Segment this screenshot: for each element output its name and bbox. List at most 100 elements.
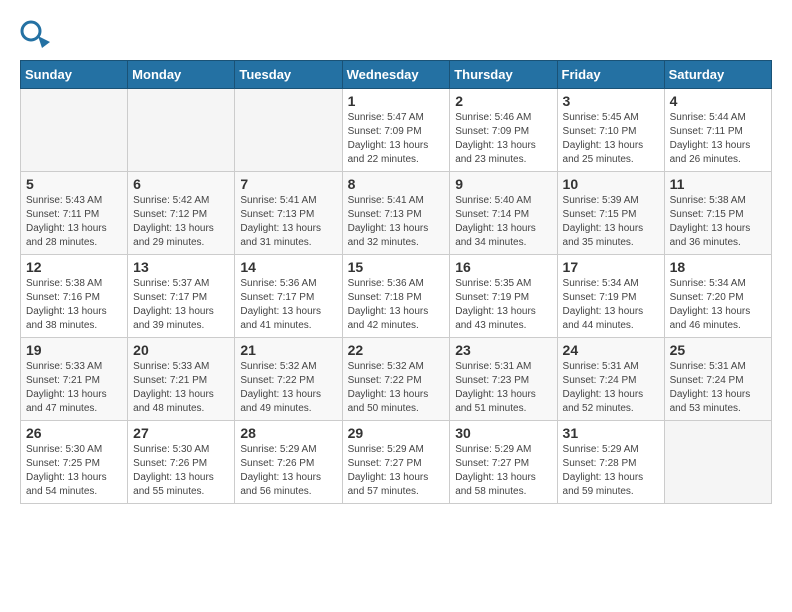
day-of-week-header: Wednesday — [342, 61, 450, 89]
day-number: 5 — [26, 176, 122, 192]
calendar-cell: 11Sunrise: 5:38 AM Sunset: 7:15 PM Dayli… — [664, 172, 771, 255]
day-info: Sunrise: 5:29 AM Sunset: 7:26 PM Dayligh… — [240, 443, 336, 499]
logo-icon — [20, 20, 50, 50]
day-info: Sunrise: 5:36 AM Sunset: 7:18 PM Dayligh… — [348, 277, 445, 333]
calendar-week-row: 1 Sunrise: 5:47 AM Sunset: 7:09 PM Daylig… — [21, 89, 772, 172]
day-info: Sunrise: 5:30 AM Sunset: 7:25 PM Dayligh… — [26, 443, 122, 499]
day-info: Sunrise: 5:35 AM Sunset: 7:19 PM Dayligh… — [455, 277, 551, 333]
calendar-cell: 10 Sunrise: 5:39 AM Sunset: 7:15 PM Dayli… — [557, 172, 664, 255]
calendar-cell: 8 Sunrise: 5:41 AM Sunset: 7:13 PM Daylig… — [342, 172, 450, 255]
day-info: Sunrise: 5:32 AM Sunset: 7:22 PM Dayligh… — [348, 360, 445, 416]
day-info: Sunrise: 5:29 AM Sunset: 7:27 PM Dayligh… — [348, 443, 445, 499]
calendar-cell — [128, 89, 235, 172]
day-info: Sunrise: 5:33 AM Sunset: 7:21 PM Dayligh… — [26, 360, 122, 416]
day-number: 9 — [455, 176, 551, 192]
day-of-week-header: Tuesday — [235, 61, 342, 89]
day-info: Sunrise: 5:37 AM Sunset: 7:17 PM Dayligh… — [133, 277, 229, 333]
calendar-cell: 6Sunrise: 5:42 AM Sunset: 7:12 PM Daylig… — [128, 172, 235, 255]
calendar-cell: 28 Sunrise: 5:29 AM Sunset: 7:26 PM Dayli… — [235, 421, 342, 504]
calendar-cell — [235, 89, 342, 172]
calendar-cell: 3 Sunrise: 5:45 AM Sunset: 7:10 PM Daylig… — [557, 89, 664, 172]
day-info: Sunrise: 5:30 AM Sunset: 7:26 PM Dayligh… — [133, 443, 229, 499]
day-info: Sunrise: 5:31 AM Sunset: 7:24 PM Dayligh… — [670, 360, 766, 416]
calendar-cell — [664, 421, 771, 504]
page-header — [20, 20, 772, 50]
calendar-cell: 13 Sunrise: 5:37 AM Sunset: 7:17 PM Dayli… — [128, 255, 235, 338]
calendar-cell: 27 Sunrise: 5:30 AM Sunset: 7:26 PM Dayli… — [128, 421, 235, 504]
day-of-week-header: Sunday — [21, 61, 128, 89]
day-number: 1 — [348, 93, 445, 109]
day-number: 16 — [455, 259, 551, 275]
logo — [20, 20, 54, 50]
day-number: 17 — [563, 259, 659, 275]
day-number: 13 — [133, 259, 229, 275]
day-number: 31 — [563, 425, 659, 441]
day-of-week-header: Thursday — [450, 61, 557, 89]
calendar-cell: 21 Sunrise: 5:32 AM Sunset: 7:22 PM Dayli… — [235, 338, 342, 421]
day-info: Sunrise: 5:41 AM Sunset: 7:13 PM Dayligh… — [348, 194, 445, 250]
day-number: 3 — [563, 93, 659, 109]
day-info: Sunrise: 5:29 AM Sunset: 7:28 PM Dayligh… — [563, 443, 659, 499]
day-of-week-header: Monday — [128, 61, 235, 89]
day-number: 26 — [26, 425, 122, 441]
day-number: 20 — [133, 342, 229, 358]
day-number: 22 — [348, 342, 445, 358]
day-number: 19 — [26, 342, 122, 358]
day-number: 27 — [133, 425, 229, 441]
day-info: Sunrise: 5:39 AM Sunset: 7:15 PM Dayligh… — [563, 194, 659, 250]
calendar-cell: 26 Sunrise: 5:30 AM Sunset: 7:25 PM Dayli… — [21, 421, 128, 504]
day-info: Sunrise: 5:40 AM Sunset: 7:14 PM Dayligh… — [455, 194, 551, 250]
calendar-cell: 5 Sunrise: 5:43 AM Sunset: 7:11 PM Daylig… — [21, 172, 128, 255]
calendar-cell: 22 Sunrise: 5:32 AM Sunset: 7:22 PM Dayli… — [342, 338, 450, 421]
calendar-cell: 2Sunrise: 5:46 AM Sunset: 7:09 PM Daylig… — [450, 89, 557, 172]
day-number: 4 — [670, 93, 766, 109]
day-info: Sunrise: 5:36 AM Sunset: 7:17 PM Dayligh… — [240, 277, 336, 333]
day-number: 21 — [240, 342, 336, 358]
day-info: Sunrise: 5:45 AM Sunset: 7:10 PM Dayligh… — [563, 111, 659, 167]
day-info: Sunrise: 5:38 AM Sunset: 7:16 PM Dayligh… — [26, 277, 122, 333]
calendar-week-row: 5 Sunrise: 5:43 AM Sunset: 7:11 PM Daylig… — [21, 172, 772, 255]
day-number: 7 — [240, 176, 336, 192]
day-number: 30 — [455, 425, 551, 441]
day-number: 29 — [348, 425, 445, 441]
day-number: 15 — [348, 259, 445, 275]
calendar-cell: 29 Sunrise: 5:29 AM Sunset: 7:27 PM Dayli… — [342, 421, 450, 504]
day-info: Sunrise: 5:31 AM Sunset: 7:24 PM Dayligh… — [563, 360, 659, 416]
day-info: Sunrise: 5:31 AM Sunset: 7:23 PM Dayligh… — [455, 360, 551, 416]
day-number: 24 — [563, 342, 659, 358]
day-info: Sunrise: 5:42 AM Sunset: 7:12 PM Dayligh… — [133, 194, 229, 250]
calendar-cell: 12Sunrise: 5:38 AM Sunset: 7:16 PM Dayli… — [21, 255, 128, 338]
header-row: SundayMondayTuesdayWednesdayThursdayFrid… — [21, 61, 772, 89]
calendar-cell: 14Sunrise: 5:36 AM Sunset: 7:17 PM Dayli… — [235, 255, 342, 338]
day-of-week-header: Friday — [557, 61, 664, 89]
calendar-cell: 16 Sunrise: 5:35 AM Sunset: 7:19 PM Dayli… — [450, 255, 557, 338]
calendar-cell: 25 Sunrise: 5:31 AM Sunset: 7:24 PM Dayli… — [664, 338, 771, 421]
day-info: Sunrise: 5:33 AM Sunset: 7:21 PM Dayligh… — [133, 360, 229, 416]
day-number: 10 — [563, 176, 659, 192]
day-info: Sunrise: 5:47 AM Sunset: 7:09 PM Dayligh… — [348, 111, 445, 167]
day-number: 2 — [455, 93, 551, 109]
day-info: Sunrise: 5:38 AM Sunset: 7:15 PM Dayligh… — [670, 194, 766, 250]
calendar-cell: 31 Sunrise: 5:29 AM Sunset: 7:28 PM Dayli… — [557, 421, 664, 504]
day-number: 8 — [348, 176, 445, 192]
day-number: 23 — [455, 342, 551, 358]
calendar-table: SundayMondayTuesdayWednesdayThursdayFrid… — [20, 60, 772, 504]
day-number: 28 — [240, 425, 336, 441]
calendar-cell: 23 Sunrise: 5:31 AM Sunset: 7:23 PM Dayli… — [450, 338, 557, 421]
calendar-cell: 18 Sunrise: 5:34 AM Sunset: 7:20 PM Dayli… — [664, 255, 771, 338]
day-info: Sunrise: 5:43 AM Sunset: 7:11 PM Dayligh… — [26, 194, 122, 250]
calendar-week-row: 26 Sunrise: 5:30 AM Sunset: 7:25 PM Dayli… — [21, 421, 772, 504]
calendar-cell: 20 Sunrise: 5:33 AM Sunset: 7:21 PM Dayli… — [128, 338, 235, 421]
day-number: 25 — [670, 342, 766, 358]
calendar-cell: 24 Sunrise: 5:31 AM Sunset: 7:24 PM Dayli… — [557, 338, 664, 421]
day-info: Sunrise: 5:44 AM Sunset: 7:11 PM Dayligh… — [670, 111, 766, 167]
calendar-cell — [21, 89, 128, 172]
calendar-cell: 1 Sunrise: 5:47 AM Sunset: 7:09 PM Daylig… — [342, 89, 450, 172]
calendar-cell: 15 Sunrise: 5:36 AM Sunset: 7:18 PM Dayli… — [342, 255, 450, 338]
day-info: Sunrise: 5:34 AM Sunset: 7:19 PM Dayligh… — [563, 277, 659, 333]
day-info: Sunrise: 5:34 AM Sunset: 7:20 PM Dayligh… — [670, 277, 766, 333]
day-info: Sunrise: 5:32 AM Sunset: 7:22 PM Dayligh… — [240, 360, 336, 416]
calendar-week-row: 19 Sunrise: 5:33 AM Sunset: 7:21 PM Dayli… — [21, 338, 772, 421]
day-number: 18 — [670, 259, 766, 275]
day-of-week-header: Saturday — [664, 61, 771, 89]
